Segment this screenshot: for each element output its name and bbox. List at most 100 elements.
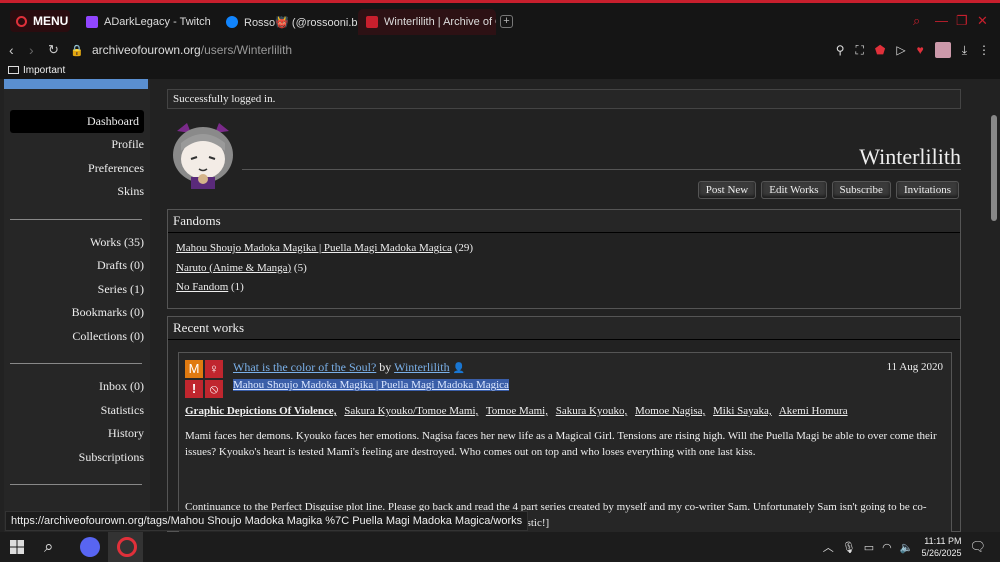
work-blurb: M ♀ ! ⦸ What is the color of the Soul? b… (178, 352, 952, 537)
maximize-icon[interactable]: ❐ (956, 13, 968, 29)
microphone-icon[interactable]: 🎙 (842, 541, 856, 554)
heart-icon[interactable]: ♥ (917, 43, 924, 57)
scrollbar-thumb[interactable] (991, 115, 997, 221)
sidebar-item-drafts[interactable]: Drafts (0) (4, 254, 150, 278)
fandom-count: (1) (231, 281, 244, 293)
snapshot-icon[interactable]: ⛶ (855, 43, 863, 58)
profile-avatar-icon[interactable] (934, 42, 951, 58)
tray-overflow-icon[interactable]: ︿ (823, 539, 834, 555)
twitch-icon (86, 16, 98, 28)
menu-label: MENU (33, 14, 69, 28)
ao3-icon (366, 16, 378, 28)
fandoms-heading: Fandoms (168, 210, 960, 233)
sidebar-top-bar (4, 79, 148, 89)
folder-icon (8, 66, 19, 74)
sidebar-item-statistics[interactable]: Statistics (4, 399, 150, 423)
address-bar-row: ‹ › ↻ 🔒 archiveofourown.org/users/Winter… (0, 37, 1000, 65)
user-avatar[interactable] (167, 117, 239, 189)
tag-relationship[interactable]: Sakura Kyouko/Tomoe Mami, (344, 405, 478, 417)
bookmark-important[interactable]: Important (8, 65, 65, 76)
pin-icon[interactable]: ⚲ (836, 43, 845, 57)
dashboard-main: Successfully logged in. Winterlilith Pos… (167, 89, 961, 537)
discord-icon[interactable] (80, 537, 100, 557)
tag-character[interactable]: Tomoe Mami, (486, 405, 548, 417)
flash-notice: Successfully logged in. (167, 89, 961, 109)
by-text: by (379, 360, 392, 374)
browser-tab-bar: MENU ADarkLegacy - Twitch Rosso👹 (@rosso… (0, 0, 1000, 37)
new-tab-button[interactable]: + (500, 15, 513, 28)
sidebar-item-collections[interactable]: Collections (0) (4, 325, 150, 349)
search-tabs-icon[interactable]: ⌕ (913, 13, 920, 29)
subscribe-button[interactable]: Subscribe (831, 181, 891, 199)
required-tags[interactable]: M ♀ ! ⦸ (185, 360, 225, 398)
tab-ao3[interactable]: Winterlilith | Archive of Ou (358, 9, 496, 35)
tag-character[interactable]: Akemi Homura (779, 405, 848, 417)
tag-character[interactable]: Momoe Nagisa, (635, 405, 705, 417)
fandom-link[interactable]: Naruto (Anime & Manga) (176, 262, 291, 274)
user-icon: 👤 (452, 363, 466, 374)
fandom-link[interactable]: No Fandom (176, 281, 228, 293)
search-icon[interactable]: ⌕ (44, 537, 64, 557)
work-date: 11 Aug 2020 (886, 361, 943, 373)
tab-label: Rosso👹 (@rossooni.bsky (244, 16, 358, 29)
menu-dots-icon[interactable]: ⋮ (978, 43, 990, 57)
sidebar-item-profile[interactable]: Profile (4, 133, 150, 157)
minimize-icon[interactable]: — (935, 13, 948, 28)
lock-icon[interactable]: 🔒 (70, 44, 84, 57)
back-icon[interactable]: ‹ (9, 42, 14, 58)
fandom-item: Mahou Shoujo Madoka Magika | Puella Magi… (176, 242, 952, 262)
notification-icon[interactable]: 🗨 (969, 539, 986, 555)
system-tray: ︿ 🎙 ▭ ◠ 🔈 11:11 PM 5/26/2025 🗨 (823, 532, 1000, 562)
download-icon[interactable]: ⤓ (962, 43, 967, 58)
sidebar-item-bookmarks[interactable]: Bookmarks (0) (4, 301, 150, 325)
sidebar-item-history[interactable]: History (4, 422, 150, 446)
tag-character[interactable]: Miki Sayaka, (713, 405, 772, 417)
fandom-item: No Fandom (1) (176, 281, 952, 301)
reload-icon[interactable]: ↻ (48, 42, 59, 58)
sidebar-item-dashboard[interactable]: Dashboard (10, 110, 144, 133)
author-link[interactable]: Winterlilith (394, 360, 450, 374)
url-domain: archiveofourown.org (92, 43, 201, 57)
sidebar-item-inbox[interactable]: Inbox (0) (4, 375, 150, 399)
sidebar-divider (10, 484, 142, 485)
fandom-count: (29) (454, 242, 474, 254)
url-field[interactable]: archiveofourown.org/users/Winterlilith (92, 43, 292, 57)
bookmarks-bar: Important (0, 65, 1000, 79)
opera-menu-button[interactable]: MENU (10, 10, 70, 32)
post-new-button[interactable]: Post New (697, 181, 757, 199)
work-title-link[interactable]: What is the color of the Soul? (233, 360, 376, 374)
opera-logo-icon (16, 15, 27, 27)
clock[interactable]: 11:11 PM 5/26/2025 (921, 535, 961, 559)
close-icon[interactable]: ✕ (977, 13, 988, 29)
windows-taskbar: ⌕ ︿ 🎙 ▭ ◠ 🔈 11:11 PM 5/26/2025 🗨 (0, 532, 1000, 562)
edit-works-button[interactable]: Edit Works (761, 181, 827, 199)
page-scrollbar[interactable] (991, 83, 997, 523)
tab-twitch[interactable]: ADarkLegacy - Twitch (78, 9, 218, 35)
sidebar-item-works[interactable]: Works (35) (4, 231, 150, 255)
female-category-icon: ♀ (205, 360, 223, 378)
clock-date: 5/26/2025 (921, 548, 962, 558)
battery-icon[interactable]: ▭ (864, 541, 874, 554)
tag-character[interactable]: Sakura Kyouko, (556, 405, 628, 417)
tag-warning[interactable]: Graphic Depictions Of Violence, (185, 405, 337, 417)
forward-icon[interactable]: › (29, 42, 34, 58)
shield-icon[interactable]: ⬟ (875, 43, 885, 57)
wifi-icon[interactable]: ◠ (882, 541, 892, 554)
sidebar-divider (10, 363, 142, 364)
tab-bluesky[interactable]: Rosso👹 (@rossooni.bsky (218, 9, 358, 35)
volume-icon[interactable]: 🔈 (900, 541, 914, 554)
invitations-button[interactable]: Invitations (895, 181, 959, 199)
user-header: Winterlilith Post New Edit Works Subscri… (167, 109, 961, 209)
work-tags: Graphic Depictions Of Violence, Sakura K… (185, 405, 853, 417)
rating-mature-icon: M (185, 360, 203, 378)
windows-start-icon[interactable] (10, 540, 24, 554)
fandom-link[interactable]: Mahou Shoujo Madoka Magika | Puella Magi… (176, 242, 452, 254)
work-fandom-link[interactable]: Mahou Shoujo Madoka Magika | Puella Magi… (233, 379, 509, 391)
sidebar-item-series[interactable]: Series (1) (4, 278, 150, 302)
sidebar-item-preferences[interactable]: Preferences (4, 157, 150, 181)
send-icon[interactable]: ▷ (896, 43, 905, 57)
sidebar-item-subscriptions[interactable]: Subscriptions (4, 446, 150, 470)
opera-icon (117, 537, 137, 557)
recent-works-box: Recent works M ♀ ! ⦸ What is the color o… (167, 316, 961, 537)
sidebar-item-skins[interactable]: Skins (4, 180, 150, 204)
